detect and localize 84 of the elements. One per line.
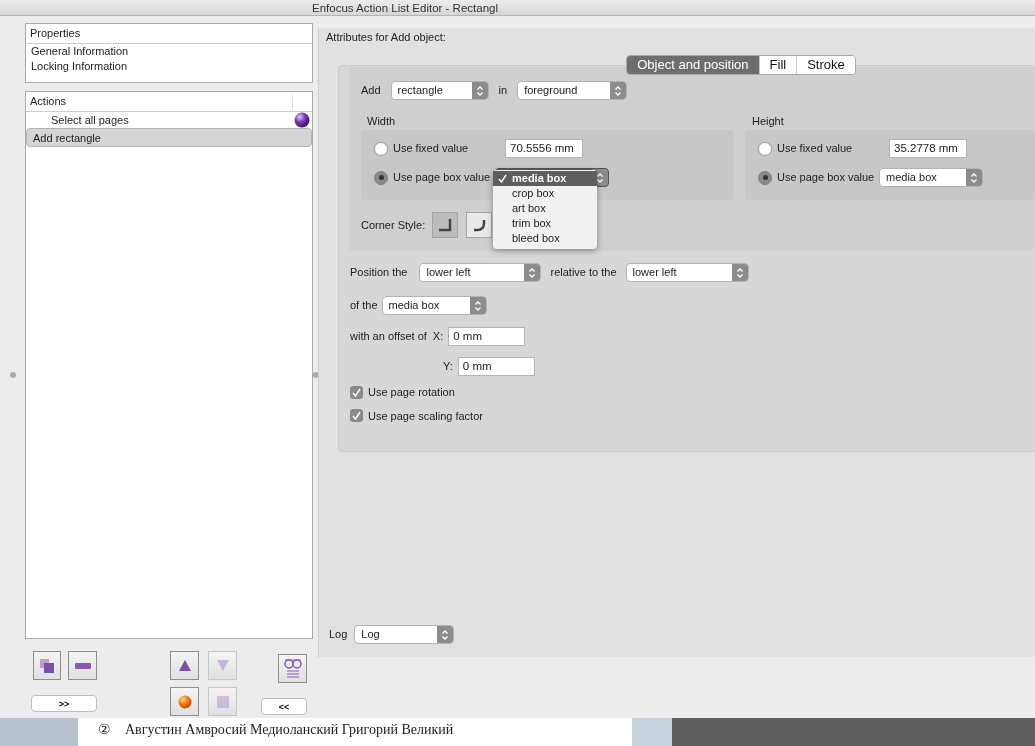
checkbox[interactable] (350, 409, 363, 423)
option-label: Use fixed value (393, 141, 470, 157)
glasses-icon (282, 659, 303, 678)
field-label: of the (350, 298, 378, 314)
field-label: with an offset of (350, 329, 427, 345)
square-icon (216, 695, 229, 708)
toolbar-button[interactable] (33, 651, 61, 680)
field-label: Add (361, 83, 381, 99)
chevron-icon (970, 171, 978, 184)
field-label: Use page scaling factor (368, 408, 483, 424)
option-label: Use fixed value (777, 141, 854, 157)
minus-icon (73, 661, 92, 670)
field-label: Log (329, 627, 348, 643)
check-icon (352, 411, 361, 421)
tab[interactable]: Object and position (627, 56, 759, 74)
sphere-icon (294, 112, 310, 128)
field-label: Use page rotation (368, 385, 455, 400)
action-row[interactable]: Add rectangle (26, 128, 312, 147)
header-label: Actions (30, 94, 67, 109)
section-title: Attributes for Add object: (326, 30, 447, 45)
field-label: Corner Style: (361, 217, 426, 233)
rounded-corner-icon (472, 218, 487, 232)
toolbar-button[interactable] (170, 687, 199, 716)
chevron-icon (528, 266, 537, 279)
option-label: Use page box value (777, 170, 876, 186)
toolbar-button[interactable] (170, 651, 199, 680)
column-header: Properties (26, 24, 312, 44)
menu-item[interactable]: media box (493, 171, 597, 186)
action-label: Select all pages (51, 113, 129, 128)
toolbar-button[interactable] (68, 651, 97, 680)
up-triangle-icon (177, 659, 192, 672)
splitter-grip-icon[interactable] (10, 372, 16, 378)
offset-field[interactable]: 0 mm (448, 327, 526, 346)
dropdown[interactable]: Log (354, 625, 455, 644)
chevron-icon (735, 266, 744, 279)
tab[interactable]: Stroke (796, 56, 855, 74)
field-label: X: (432, 329, 444, 345)
list-item[interactable]: General Information (26, 44, 312, 59)
radio-button[interactable] (374, 141, 388, 156)
chevron-icon (614, 84, 623, 97)
dropdown[interactable]: foreground (517, 81, 628, 100)
menu-item[interactable]: bleed box (493, 231, 597, 246)
radio-button[interactable] (374, 170, 388, 185)
dropdown[interactable]: media box (879, 168, 983, 187)
menu-item[interactable]: art box (493, 201, 597, 216)
dropdown[interactable]: lower left (419, 263, 542, 282)
chevron-icon (475, 84, 484, 97)
stacked-squares-icon (38, 656, 56, 675)
field-label: relative to the (550, 265, 617, 281)
list-item[interactable]: Locking Information (26, 59, 312, 74)
radio-button[interactable] (758, 170, 772, 185)
value-field[interactable]: 70.5556 mm (505, 139, 583, 158)
list-marker: ② (98, 721, 111, 739)
circle-icon (177, 694, 192, 709)
action-label: Add rectangle (33, 130, 101, 146)
radio-button[interactable] (758, 141, 772, 156)
menu-item[interactable]: crop box (493, 186, 597, 201)
menu-item[interactable]: trim box (493, 216, 597, 231)
document-text: Августин Амвросий Медиоланский Григорий Великий (125, 721, 454, 739)
check-icon (497, 174, 507, 183)
value-field[interactable]: 35.2778 mm (889, 139, 967, 158)
dropdown[interactable]: rectangle (390, 81, 489, 100)
dropdown[interactable]: media box (381, 296, 487, 315)
square-corner-icon (438, 218, 453, 232)
corner-button[interactable] (432, 212, 459, 238)
down-triangle-icon (215, 659, 230, 672)
chevron-icon (473, 299, 482, 312)
collapse-button[interactable]: << (261, 698, 307, 715)
dropdown[interactable]: lower left (625, 263, 749, 282)
action-row[interactable]: Select all pages (26, 112, 312, 128)
option-label: Use page box value (393, 170, 492, 186)
check-icon (352, 387, 361, 397)
field-label: Y: (443, 359, 453, 375)
expand-button[interactable]: >> (31, 695, 97, 712)
toolbar-button[interactable] (278, 654, 307, 683)
field-label: Height (751, 114, 785, 128)
corner-button[interactable] (466, 212, 493, 238)
field-label: Position the (350, 265, 408, 281)
offset-field[interactable]: 0 mm (457, 357, 535, 376)
checkbox[interactable] (350, 385, 363, 399)
field-label: in (498, 83, 508, 99)
chevron-icon (441, 628, 450, 641)
window-title: Enfocus Action List Editor - Rectangl (0, 0, 1035, 16)
field-label: Width (366, 114, 397, 128)
